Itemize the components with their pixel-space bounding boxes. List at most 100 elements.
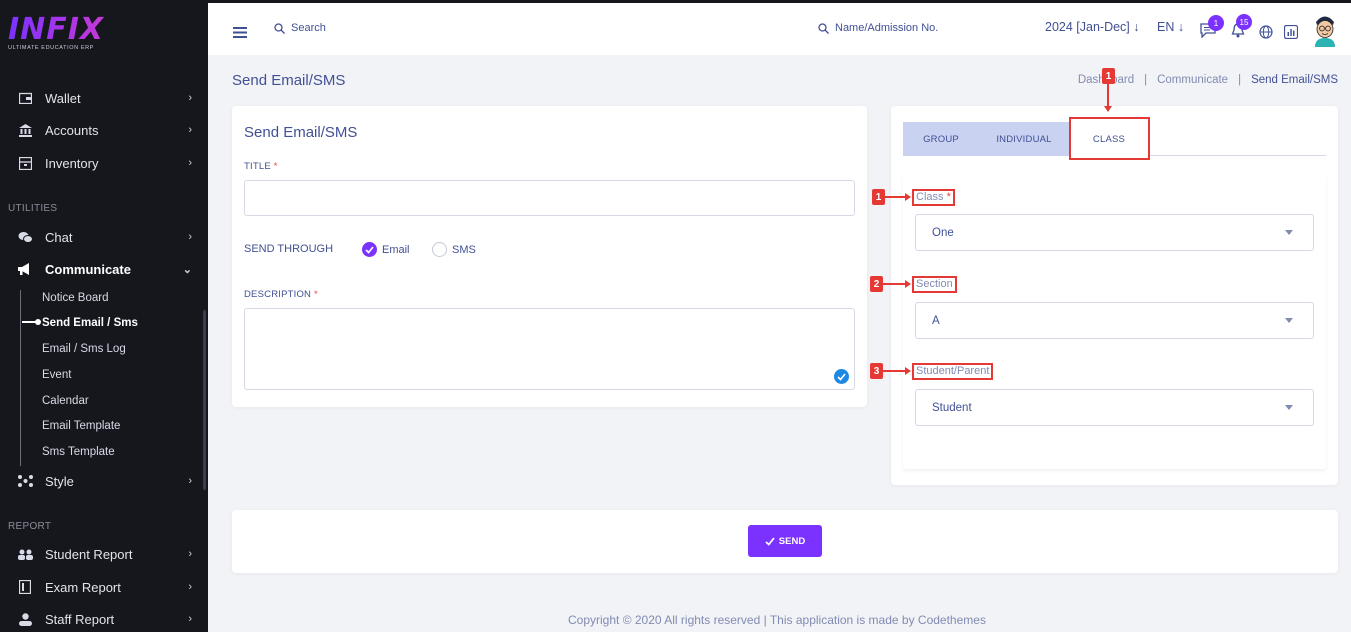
email-radio[interactable]: Email bbox=[362, 242, 410, 257]
student-search-box[interactable]: Name/Admission No. bbox=[818, 22, 938, 34]
annotation-arrow-head bbox=[1104, 106, 1112, 112]
submenu-send-email-sms[interactable]: Send Email / Sms bbox=[42, 317, 138, 329]
chat-badge: 1 bbox=[1208, 15, 1224, 31]
chat-icon bbox=[17, 230, 33, 244]
logo[interactable]: INFIX ULTIMATE EDUCATION ERP bbox=[8, 12, 105, 52]
student-parent-select-value: Student bbox=[932, 401, 972, 414]
inventory-icon bbox=[17, 156, 33, 170]
search-icon bbox=[818, 22, 829, 34]
check-icon bbox=[765, 536, 775, 546]
breadcrumb-separator: | bbox=[1238, 74, 1242, 86]
radio-checked-icon bbox=[362, 242, 377, 257]
class-select-value: One bbox=[932, 226, 954, 239]
grammar-check-icon[interactable] bbox=[834, 369, 849, 384]
sms-radio[interactable]: SMS bbox=[432, 242, 476, 257]
top-header: Search Name/Admission No. 2024 [Jan-Dec]… bbox=[208, 0, 1351, 55]
submenu-event[interactable]: Event bbox=[42, 369, 71, 381]
submenu-email-sms-log[interactable]: Email / Sms Log bbox=[42, 343, 126, 355]
tab-divider bbox=[1149, 155, 1326, 156]
sidebar-item-student-report[interactable]: Student Report › bbox=[0, 543, 208, 565]
tab-group[interactable]: GROUP bbox=[903, 122, 979, 156]
active-indicator bbox=[22, 319, 41, 325]
submenu-notice-board[interactable]: Notice Board bbox=[42, 292, 108, 304]
globe-icon[interactable] bbox=[1259, 25, 1273, 44]
tab-individual[interactable]: INDIVIDUAL bbox=[979, 122, 1069, 156]
chevron-right-icon: › bbox=[188, 581, 192, 593]
sidebar-item-chat[interactable]: Chat › bbox=[0, 226, 208, 248]
caret-down-icon bbox=[1285, 318, 1293, 323]
breadcrumb: Dashboard | Communicate | Send Email/SMS bbox=[1078, 74, 1338, 86]
send-button-label: SEND bbox=[778, 535, 806, 547]
breadcrumb-communicate[interactable]: Communicate bbox=[1157, 74, 1228, 86]
class-label: Class * bbox=[912, 189, 955, 206]
sidebar-item-accounts[interactable]: Accounts › bbox=[0, 119, 208, 141]
section-select-value: A bbox=[932, 314, 940, 327]
email-option-label: Email bbox=[382, 243, 410, 256]
send-button[interactable]: SEND bbox=[748, 525, 822, 557]
student-search-input[interactable]: Name/Admission No. bbox=[835, 22, 938, 34]
session-selector[interactable]: 2024 [Jan-Dec] ↓ bbox=[1045, 20, 1140, 34]
sms-option-label: SMS bbox=[452, 243, 476, 256]
chevron-right-icon: › bbox=[188, 157, 192, 169]
chevron-right-icon: › bbox=[188, 124, 192, 136]
submenu-sms-template[interactable]: Sms Template bbox=[42, 446, 115, 458]
search-box[interactable]: Search bbox=[274, 22, 326, 34]
annotation-number: 1 bbox=[872, 189, 885, 205]
sidebar-item-label: Chat bbox=[45, 229, 73, 245]
sidebar-scrollbar[interactable] bbox=[203, 310, 206, 490]
sidebar-item-label: Exam Report bbox=[45, 579, 121, 595]
language-selector[interactable]: EN ↓ bbox=[1157, 20, 1184, 34]
submenu-line bbox=[20, 290, 21, 466]
search-input[interactable]: Search bbox=[291, 22, 326, 34]
title-input[interactable] bbox=[244, 180, 855, 216]
submenu-calendar[interactable]: Calendar bbox=[42, 395, 89, 407]
menu-toggle-icon[interactable] bbox=[233, 25, 247, 43]
language-value: EN bbox=[1157, 20, 1175, 34]
annotation-number: 3 bbox=[870, 363, 883, 379]
form-title: Send Email/SMS bbox=[244, 124, 358, 141]
analytics-icon[interactable] bbox=[1283, 24, 1299, 44]
annotation-arrow-head bbox=[905, 280, 911, 288]
student-parent-select[interactable]: Student bbox=[915, 389, 1314, 426]
description-textarea[interactable] bbox=[244, 308, 855, 390]
sidebar-item-staff-report[interactable]: Staff Report › bbox=[0, 608, 208, 630]
section-select[interactable]: A bbox=[915, 302, 1314, 339]
sidebar-item-label: Style bbox=[45, 473, 74, 489]
annotation-arrow-head bbox=[905, 367, 911, 375]
avatar[interactable] bbox=[1312, 13, 1338, 47]
chevron-right-icon: › bbox=[188, 92, 192, 104]
annotation-arrow-line bbox=[883, 370, 905, 372]
exam-icon bbox=[17, 580, 33, 594]
style-icon bbox=[17, 474, 33, 488]
sidebar-item-communicate[interactable]: Communicate ⌄ bbox=[0, 258, 208, 280]
breadcrumb-current: Send Email/SMS bbox=[1251, 74, 1338, 86]
sidebar-item-inventory[interactable]: Inventory › bbox=[0, 152, 208, 174]
logo-tagline: ULTIMATE EDUCATION ERP bbox=[8, 45, 94, 51]
arrow-down-icon: ↓ bbox=[1133, 20, 1140, 34]
annotation-number: 1 bbox=[1102, 68, 1115, 84]
title-label: TITLE * bbox=[244, 161, 278, 172]
sidebar-item-exam-report[interactable]: Exam Report › bbox=[0, 576, 208, 598]
notification-badge: 15 bbox=[1236, 14, 1252, 30]
breadcrumb-separator: | bbox=[1144, 74, 1148, 86]
annotation-arrow-line bbox=[1107, 84, 1109, 106]
class-select[interactable]: One bbox=[915, 214, 1314, 251]
session-value: 2024 [Jan-Dec] bbox=[1045, 20, 1130, 34]
sidebar-item-style[interactable]: Style › bbox=[0, 470, 208, 492]
description-label: DESCRIPTION * bbox=[244, 289, 318, 300]
annotation-arrow-head bbox=[905, 193, 911, 201]
section-label: Section bbox=[912, 276, 957, 293]
submenu-email-template[interactable]: Email Template bbox=[42, 420, 120, 432]
caret-down-icon bbox=[1285, 405, 1293, 410]
sidebar-item-wallet[interactable]: Wallet › bbox=[0, 87, 208, 109]
sidebar: INFIX ULTIMATE EDUCATION ERP Wallet › Ac… bbox=[0, 0, 208, 632]
user-icon bbox=[17, 612, 33, 626]
section-report: REPORT bbox=[8, 521, 52, 532]
arrow-down-icon: ↓ bbox=[1177, 20, 1185, 34]
chevron-right-icon: › bbox=[188, 231, 192, 243]
footer: Copyright © 2020 All rights reserved | T… bbox=[568, 613, 986, 627]
annotation-arrow-line bbox=[885, 196, 905, 198]
logo-text: INFIX bbox=[8, 12, 105, 47]
annotation-arrow-line bbox=[883, 283, 905, 285]
sidebar-item-label: Inventory bbox=[45, 155, 99, 171]
